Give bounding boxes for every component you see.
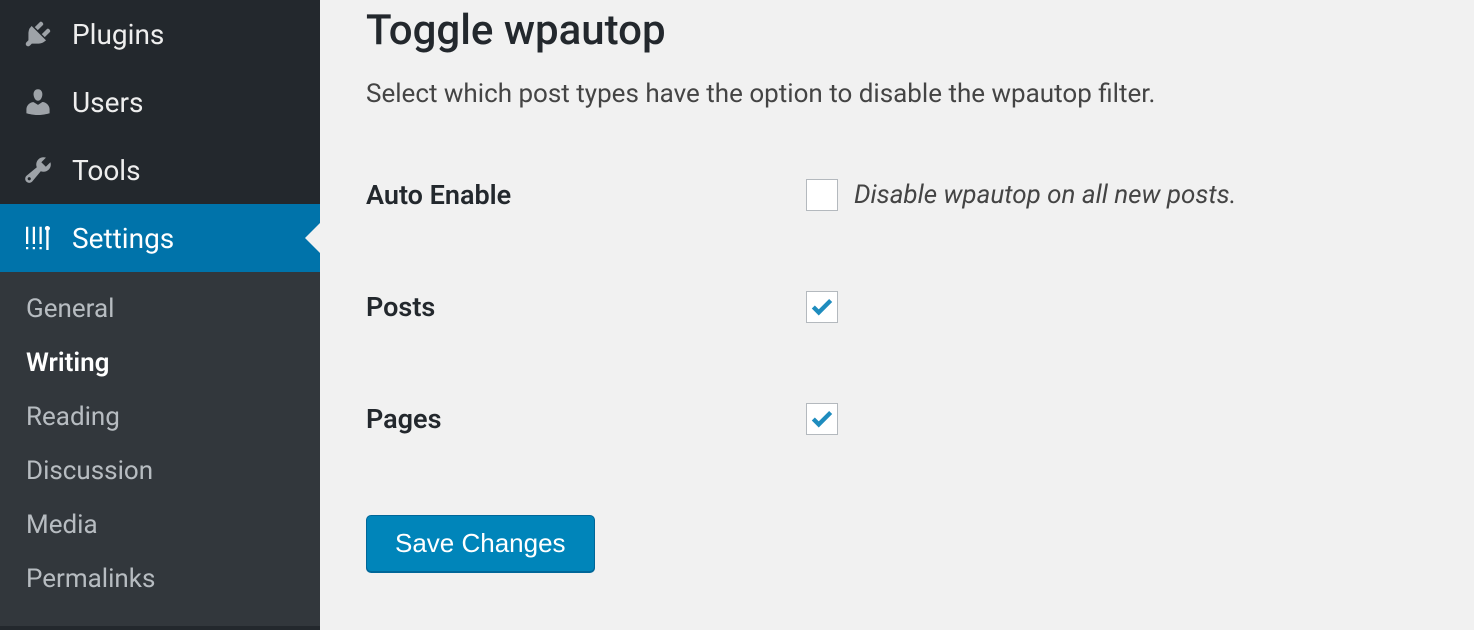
label-pages: Pages [366,403,806,435]
tools-icon [20,152,56,188]
row-posts: Posts [366,291,1428,323]
checkbox-posts[interactable] [806,291,838,323]
admin-sidebar: Plugins Users Tools Settings General Wri… [0,0,320,630]
submenu-item-reading[interactable]: Reading [0,390,320,444]
sidebar-item-tools[interactable]: Tools [0,136,320,204]
settings-icon [20,220,56,256]
submenu-item-general[interactable]: General [0,282,320,336]
row-auto-enable: Auto Enable Disable wpautop on all new p… [366,179,1428,211]
sidebar-item-users[interactable]: Users [0,68,320,136]
plugin-icon [20,16,56,52]
users-icon [20,84,56,120]
checkbox-pages[interactable] [806,403,838,435]
sidebar-item-label: Tools [72,154,141,187]
label-auto-enable: Auto Enable [366,179,806,211]
submenu-item-permalinks[interactable]: Permalinks [0,552,320,606]
submenu-item-media[interactable]: Media [0,498,320,552]
main-content: Toggle wpautop Select which post types h… [320,0,1474,630]
checkbox-auto-enable[interactable] [806,179,838,211]
sidebar-item-label: Settings [72,222,174,255]
page-description: Select which post types have the option … [366,79,1428,109]
submenu-item-writing[interactable]: Writing [0,336,320,390]
row-pages: Pages [366,403,1428,435]
page-title: Toggle wpautop [366,6,1428,55]
sidebar-item-settings[interactable]: Settings [0,204,320,272]
checkbox-desc-auto-enable: Disable wpautop on all new posts. [854,180,1236,210]
settings-submenu: General Writing Reading Discussion Media… [0,272,320,626]
sidebar-item-label: Plugins [72,18,164,51]
save-button[interactable]: Save Changes [366,515,595,572]
sidebar-item-label: Users [72,86,143,119]
label-posts: Posts [366,291,806,323]
submenu-item-discussion[interactable]: Discussion [0,444,320,498]
sidebar-item-plugins[interactable]: Plugins [0,0,320,68]
